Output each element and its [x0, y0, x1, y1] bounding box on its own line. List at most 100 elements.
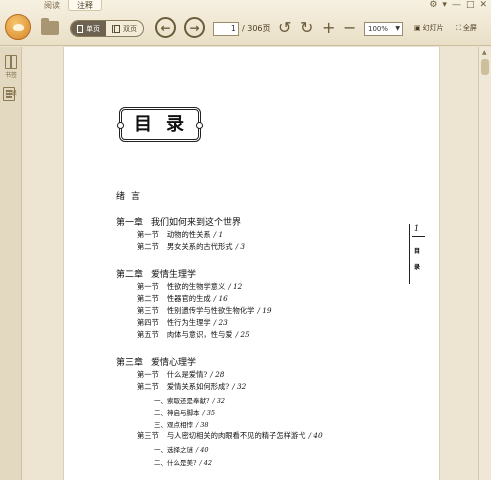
close-icon[interactable]: ✕	[479, 0, 487, 11]
section-title: 肉体与意识，性与爱	[166, 330, 233, 339]
subsection-page: / 38	[196, 421, 209, 429]
section-label: 第二节	[137, 242, 159, 251]
page-title: 目录	[134, 114, 198, 135]
section-page: / 28	[210, 370, 225, 379]
toc-chapter[interactable]: 第三章 爱情心理学	[116, 355, 196, 368]
toc-section[interactable]: 第三节 性别遗传学与性欲生物化学/ 19	[137, 306, 272, 316]
vertical-scrollbar[interactable]: ▲	[478, 47, 491, 480]
section-label: 第一节	[137, 282, 159, 291]
chapter-title: 爱情生理学	[151, 270, 197, 280]
toc-intro[interactable]: 绪言	[116, 189, 146, 202]
chapter-title: 爱情心理学	[151, 358, 197, 368]
toc-section[interactable]: 第四节 性行为生理学/ 23	[137, 318, 228, 328]
fullscreen-button[interactable]: ⛶ 全屏	[456, 23, 477, 33]
toc-section[interactable]: 第三节 与人密切相关的肉眼看不见的精子怎样游弋/ 40	[137, 431, 323, 441]
section-page: / 23	[213, 318, 228, 327]
subsection-title: 二、神启与脚本	[154, 409, 200, 417]
section-page: / 40	[308, 431, 323, 440]
toc-chapter[interactable]: 第一章 我们如何来到这个世界	[116, 215, 241, 228]
tab-annotate[interactable]: 注释	[68, 0, 102, 11]
slideshow-button[interactable]: ▣ 幻灯片	[414, 23, 444, 33]
subsection-title: 一、索取还是奉献?	[154, 397, 210, 405]
arrow-left-icon: ←	[160, 20, 171, 35]
double-page-button[interactable]: 双页	[106, 21, 143, 36]
fullscreen-icon: ⛶	[456, 23, 461, 32]
section-title: 性器官的生成	[166, 294, 211, 303]
single-page-icon	[77, 24, 83, 33]
top-toolbar: 阅读 注释 ⚙ ▾ — □ ✕ 单页 双页 ← → 1 / 306页 ↺ ↻ +…	[0, 0, 491, 46]
section-page: / 16	[213, 294, 228, 303]
scrollbar-thumb[interactable]	[481, 59, 489, 75]
toc-section[interactable]: 第二节 性器官的生成/ 16	[137, 294, 228, 304]
app-logo[interactable]	[5, 14, 31, 40]
chapter-side-marker: 1 目 录	[409, 224, 427, 284]
chapter-label: 第三章	[116, 358, 144, 368]
section-label: 第三节	[137, 431, 159, 440]
side-marker-char: 目	[414, 248, 421, 255]
settings-icon[interactable]: ⚙	[429, 0, 437, 11]
section-page: / 19	[257, 306, 272, 315]
section-label: 第一节	[137, 370, 159, 379]
zoom-in-icon[interactable]: +	[322, 19, 335, 37]
toc-section[interactable]: 第二节 男女关系的古代形式/ 3	[137, 242, 245, 252]
section-title: 动物的性关系	[166, 230, 211, 239]
toc-subsection[interactable]: 一、索取还是奉献?/ 32	[154, 395, 225, 405]
section-page: / 1	[213, 230, 224, 239]
zoom-value: 100%	[368, 25, 389, 33]
section-label: 第二节	[137, 382, 159, 391]
subsection-page: / 42	[199, 459, 213, 467]
page-mode-toggle: 单页 双页	[70, 20, 144, 37]
rotate-right-icon[interactable]: ↻	[300, 19, 313, 37]
sidebar-item-bookmarks[interactable]: 书签	[3, 55, 19, 79]
scroll-up-icon[interactable]: ▲	[482, 49, 487, 56]
prev-page-button[interactable]: ←	[155, 17, 176, 38]
section-label: 第一节	[137, 230, 159, 239]
section-label: 第三节	[137, 306, 159, 315]
mode-tabs: 阅读 注释	[36, 0, 102, 11]
sidebar-bookmark-label: 书签	[4, 72, 17, 79]
section-page: / 3	[235, 242, 245, 251]
subsection-page: / 32	[212, 397, 226, 405]
fullscreen-label: 全屏	[462, 24, 477, 32]
zoom-select[interactable]: 100% ▼	[364, 22, 403, 36]
double-page-label: 双页	[123, 24, 137, 33]
section-page: / 12	[228, 282, 243, 291]
toc-section[interactable]: 第一节 性欲的生物学意义/ 12	[137, 282, 242, 292]
bookmark-icon	[5, 55, 17, 69]
open-folder-icon[interactable]	[41, 18, 59, 35]
toc-title-frame: 目录	[117, 107, 203, 142]
menu-dropdown-icon[interactable]: ▾	[442, 0, 447, 11]
chapter-title: 我们如何来到这个世界	[151, 218, 242, 228]
toc-section[interactable]: 第一节 动物的性关系/ 1	[137, 230, 223, 240]
toc-subsection[interactable]: 三、观点相悖/ 38	[154, 419, 209, 429]
page-number-input[interactable]: 1	[213, 22, 239, 36]
toc-subsection[interactable]: 一、选择之谜/ 40	[154, 444, 209, 454]
subsection-title: 二、什么是美?	[154, 459, 197, 467]
document-viewport: 目录 绪言 第一章 我们如何来到这个世界 第一节 动物的性关系/ 1 第二节 男女关系…	[23, 47, 478, 480]
chapter-label: 第二章	[116, 270, 144, 280]
left-sidebar: 书签 目录	[0, 47, 22, 480]
toc-chapter[interactable]: 第二章 爱情生理学	[116, 267, 196, 280]
zoom-out-icon[interactable]: −	[343, 19, 356, 37]
section-title: 性欲的生物学意义	[166, 282, 226, 291]
toc-subsection[interactable]: 二、什么是美?/ 42	[154, 457, 212, 467]
subsection-title: 三、观点相悖	[154, 421, 193, 429]
toc-subsection[interactable]: 二、神启与脚本/ 35	[154, 407, 215, 417]
minimize-icon[interactable]: —	[452, 0, 461, 11]
toc-section[interactable]: 第五节 肉体与意识，性与爱/ 25	[137, 330, 250, 340]
single-page-button[interactable]: 单页	[71, 21, 106, 36]
tab-read[interactable]: 阅读	[36, 0, 68, 11]
toc-section[interactable]: 第二节 爱情关系如何形成?/ 32	[137, 382, 246, 392]
section-page: / 25	[235, 330, 250, 339]
subsection-page: / 35	[202, 409, 216, 417]
section-title: 男女关系的古代形式	[166, 242, 233, 251]
slideshow-icon: ▣	[414, 24, 421, 32]
rotate-left-icon[interactable]: ↺	[278, 19, 291, 37]
next-page-button[interactable]: →	[184, 17, 205, 38]
sidebar-item-toc[interactable]: 目录	[3, 87, 19, 101]
section-page: / 32	[232, 382, 247, 391]
page-total-label: / 306页	[242, 24, 271, 33]
maximize-icon[interactable]: □	[466, 0, 475, 11]
toc-section[interactable]: 第一节 什么是爱情?/ 28	[137, 370, 224, 380]
section-title: 爱情关系如何形成?	[166, 382, 230, 391]
